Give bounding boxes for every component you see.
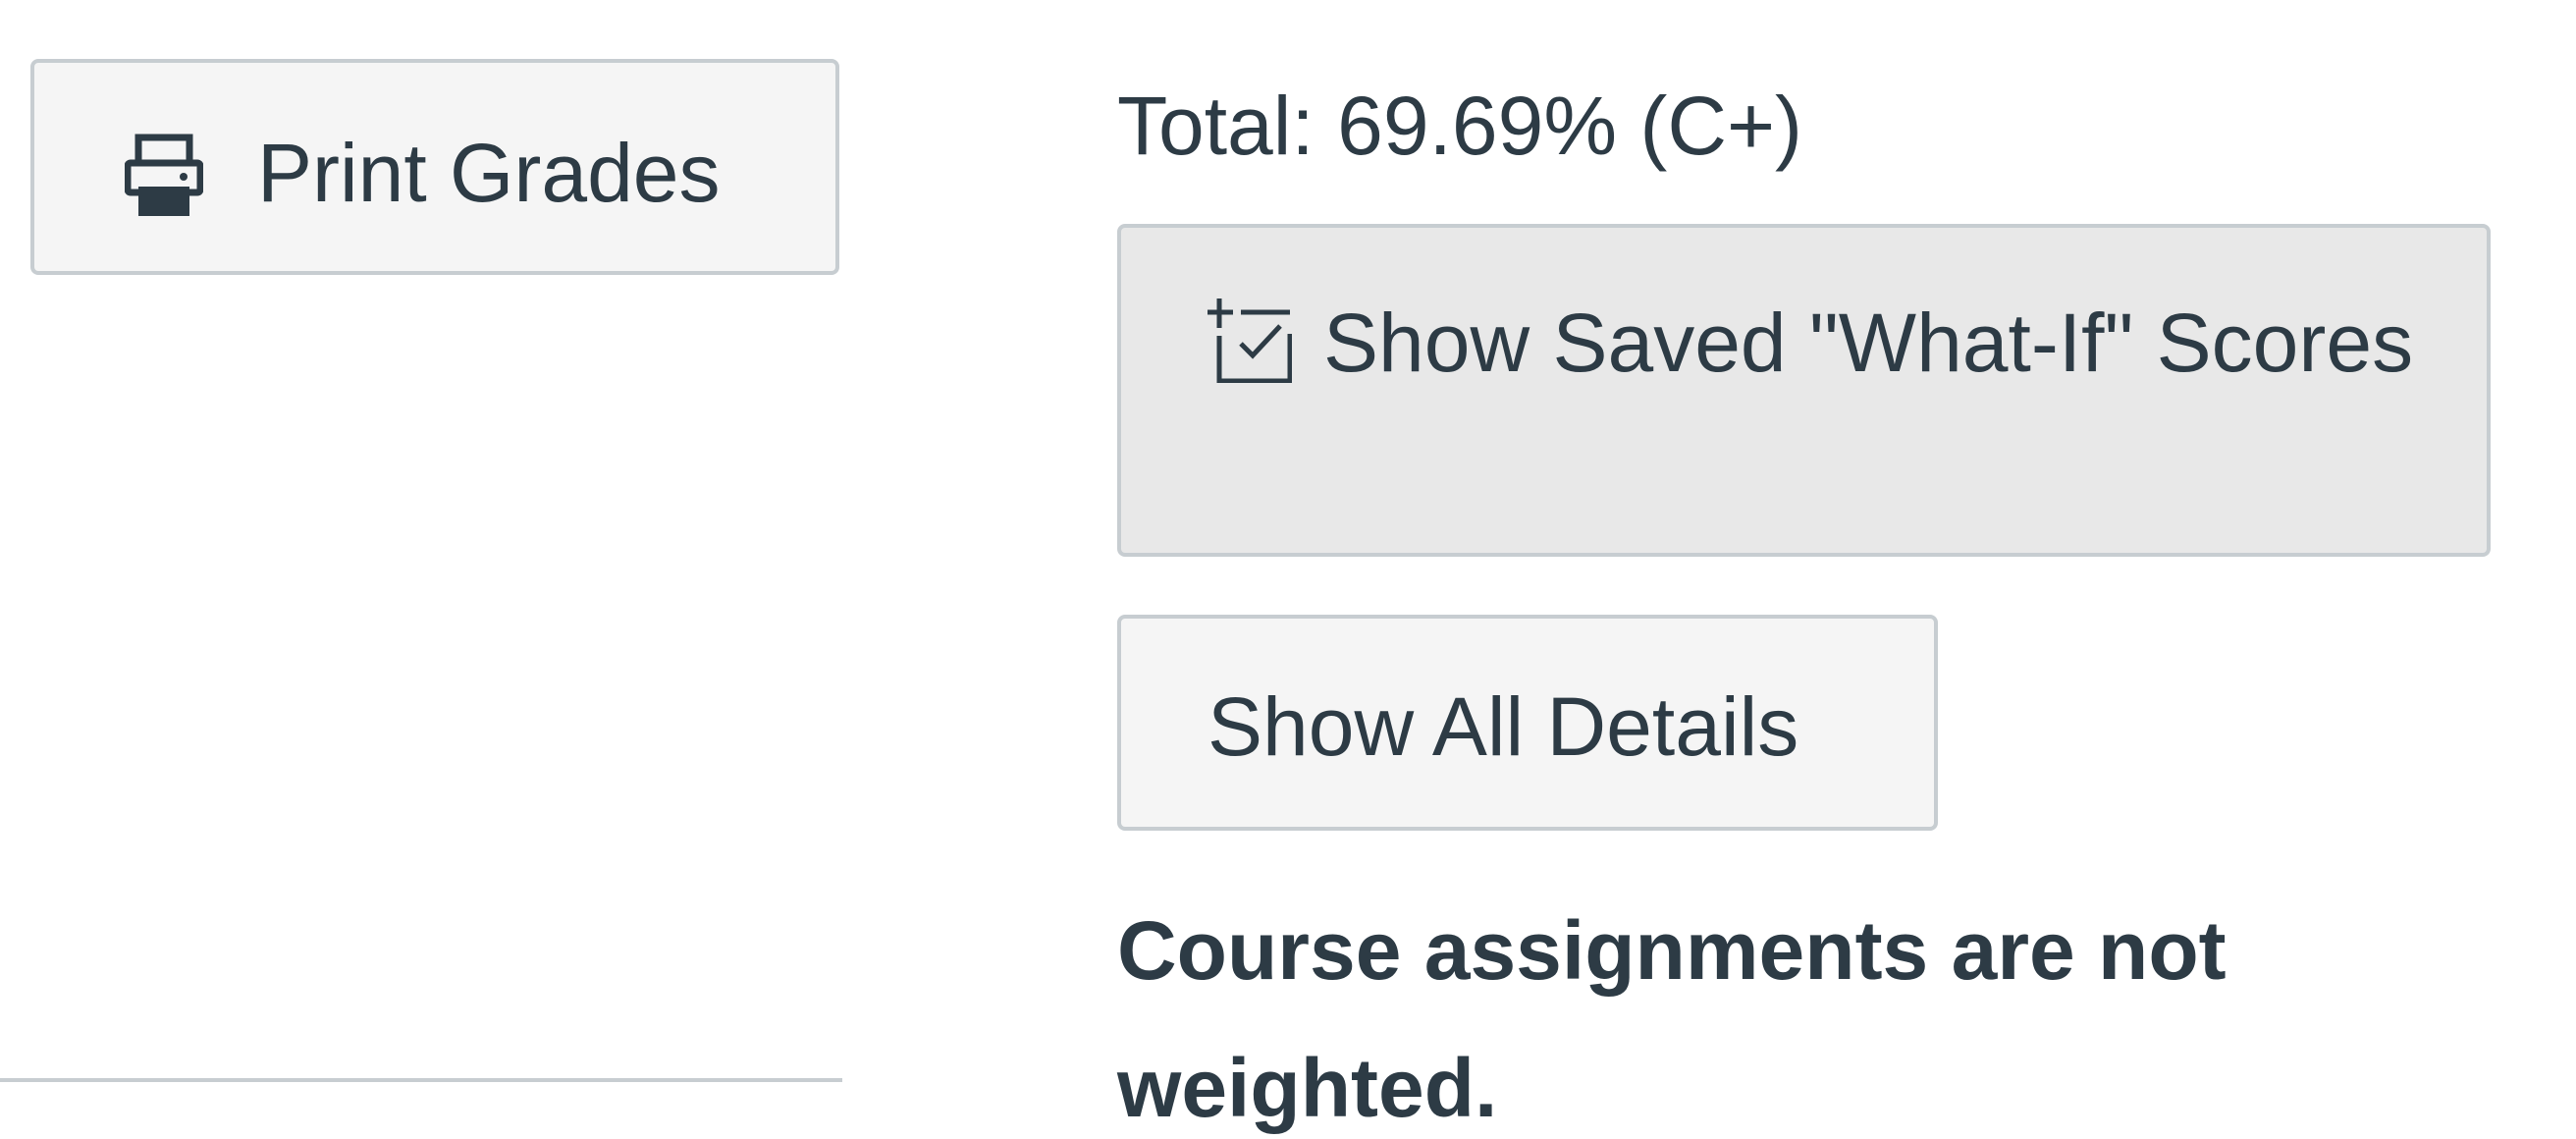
show-all-details-button[interactable]: Show All Details bbox=[1117, 615, 1938, 831]
show-whatif-scores-button[interactable]: Show Saved "What-If" Scores bbox=[1117, 224, 2491, 557]
sidebar-divider bbox=[0, 1078, 842, 1082]
grades-page: Print Grades Total: 69.69% (C+) Show Sav… bbox=[0, 0, 2576, 1139]
print-grades-button[interactable]: Print Grades bbox=[30, 59, 839, 275]
show-whatif-scores-label: Show Saved "What-If" Scores bbox=[1323, 297, 2414, 389]
show-all-details-label: Show All Details bbox=[1208, 680, 1799, 773]
total-grade: Total: 69.69% (C+) bbox=[1117, 80, 1803, 172]
weighting-note: Course assignments are not weighted. bbox=[1117, 904, 2227, 1134]
print-grades-label: Print Grades bbox=[257, 127, 721, 219]
printer-icon bbox=[125, 134, 203, 216]
